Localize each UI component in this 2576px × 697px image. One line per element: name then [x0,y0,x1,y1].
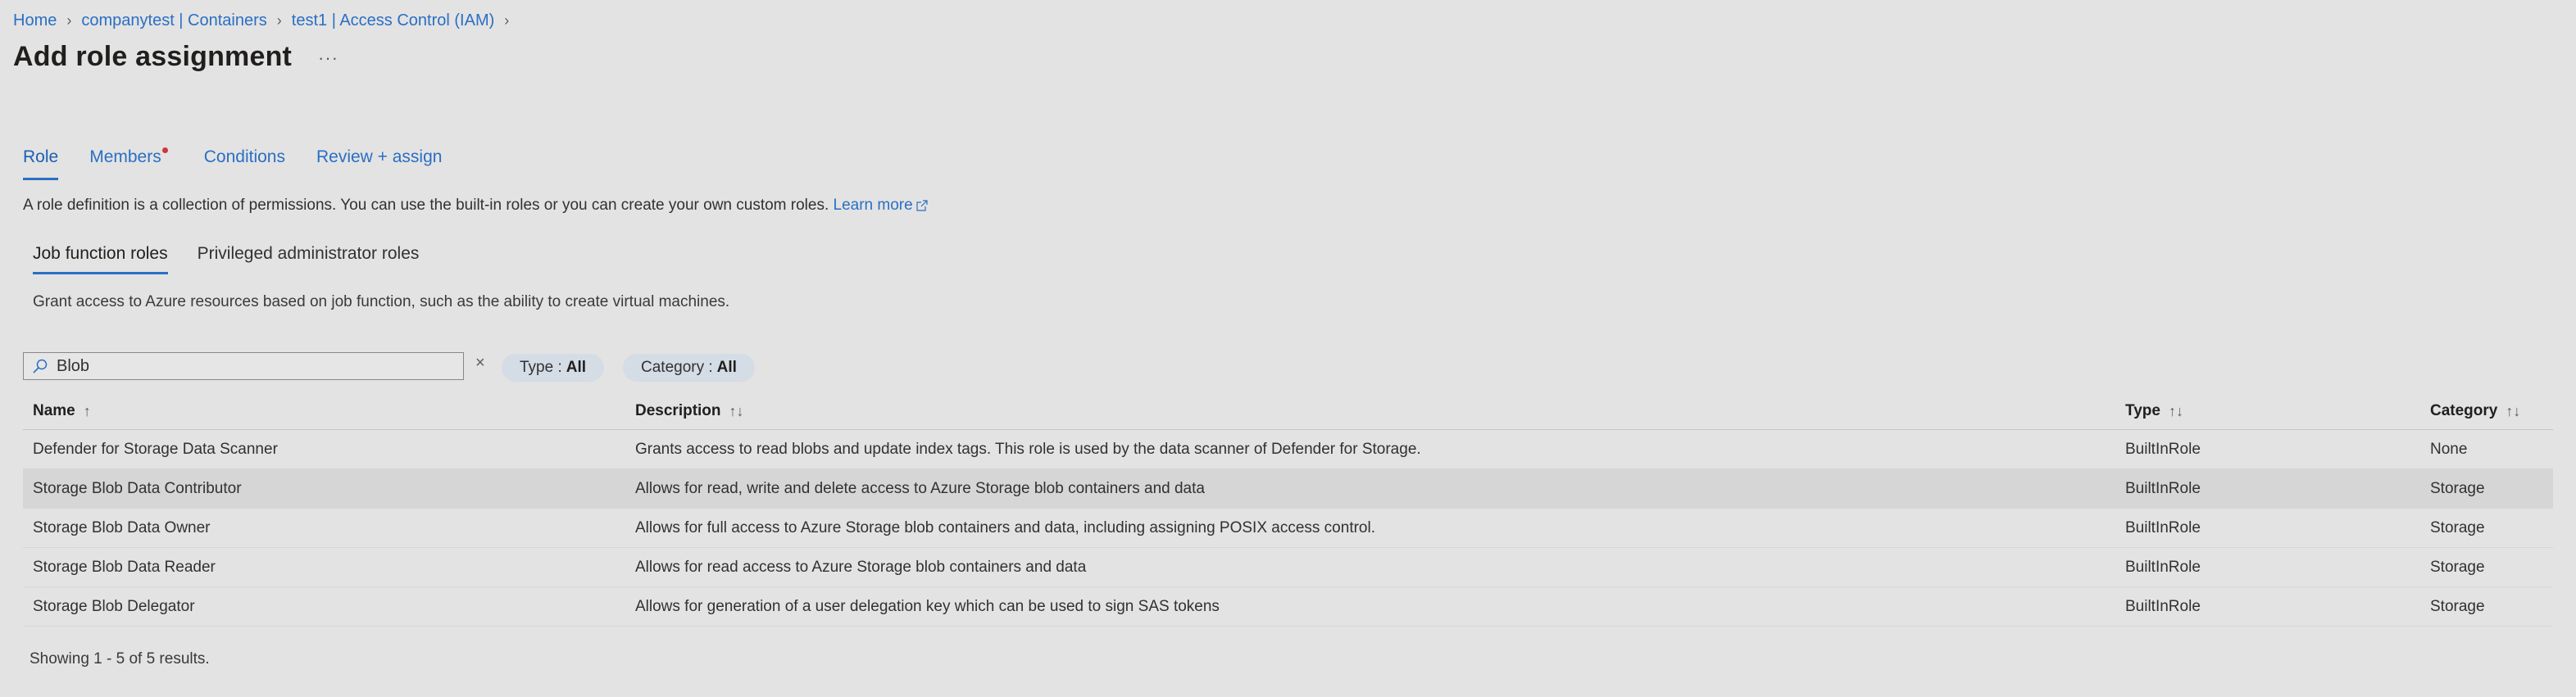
chevron-right-icon: › [66,11,72,29]
role-category: Storage [2430,518,2485,536]
role-type: BuiltInRole [2125,597,2201,615]
type-filter-pill[interactable]: Type : All [502,354,605,382]
table-row[interactable]: Storage Blob Delegator Allows for genera… [23,587,2553,627]
role-type: BuiltInRole [2125,558,2201,576]
role-name: Storage Blob Data Owner [33,518,211,536]
role-type: BuiltInRole [2125,518,2201,536]
role-category: Storage [2430,558,2485,576]
required-dot-icon [161,147,168,153]
role-description-text: A role definition is a collection of per… [23,197,829,214]
tab-job-function-roles[interactable]: Job function roles [33,244,168,274]
tab-privileged-admin-roles[interactable]: Privileged administrator roles [198,244,420,274]
role-type: BuiltInRole [2125,479,2201,497]
search-input[interactable] [55,355,452,377]
role-name: Storage Blob Delegator [33,597,195,615]
role-description: Allows for generation of a user delegati… [635,597,1220,615]
results-count: Showing 1 - 5 of 5 results. [30,650,210,668]
role-category: Storage [2430,479,2485,497]
main-tabs: Role Members Conditions Review + assign [23,147,442,180]
column-header-name[interactable]: Name ↑ [33,402,91,420]
roles-table: Name ↑ Description ↑↓ Type ↑↓ Category ↑… [23,393,2553,627]
learn-more-link[interactable]: Learn more [834,197,928,214]
table-row[interactable]: Storage Blob Data Owner Allows for full … [23,509,2553,548]
role-category: None [2430,440,2468,458]
role-description: Grants access to read blobs and update i… [635,440,1421,458]
type-filter-value: All [566,359,587,376]
search-icon [33,359,48,373]
role-name: Storage Blob Data Reader [33,558,216,576]
tab-conditions[interactable]: Conditions [204,147,285,180]
category-filter-value: All [716,359,737,376]
breadcrumb-home[interactable]: Home [13,11,57,30]
chevron-right-icon: › [276,11,282,29]
search-box[interactable] [23,352,464,380]
sort-icon: ↑↓ [729,402,744,419]
tab-members-label: Members [89,147,161,166]
role-name: Storage Blob Data Contributor [33,479,242,497]
column-header-type-label: Type [2125,402,2160,419]
role-description: Allows for read, write and delete access… [635,479,1205,497]
job-function-description: Grant access to Azure resources based on… [33,293,730,310]
table-row[interactable]: Defender for Storage Data Scanner Grants… [23,430,2553,469]
more-options-button[interactable]: ··· [318,48,338,69]
column-header-name-label: Name [33,402,75,419]
role-description: A role definition is a collection of per… [23,197,928,215]
sort-icon: ↑↓ [2168,402,2183,419]
column-header-type[interactable]: Type ↑↓ [2125,402,2183,420]
tab-review-assign[interactable]: Review + assign [316,147,443,180]
role-type-tabs: Job function roles Privileged administra… [33,244,419,274]
table-header: Name ↑ Description ↑↓ Type ↑↓ Category ↑… [23,393,2553,430]
external-link-icon [916,200,928,211]
role-description: Allows for read access to Azure Storage … [635,558,1087,576]
role-name: Defender for Storage Data Scanner [33,440,278,458]
tab-members[interactable]: Members [89,147,168,180]
column-header-description-label: Description [635,402,721,419]
breadcrumb-access-control[interactable]: test1 | Access Control (IAM) [292,11,495,30]
learn-more-label: Learn more [833,197,913,214]
page-title: Add role assignment [13,41,293,72]
type-filter-label: Type : [520,359,562,376]
role-category: Storage [2430,597,2485,615]
breadcrumb: Home › companytest | Containers › test1 … [13,10,519,31]
breadcrumb-containers[interactable]: companytest | Containers [81,11,266,30]
column-header-category[interactable]: Category ↑↓ [2430,402,2520,420]
table-row[interactable]: Storage Blob Data Reader Allows for read… [23,548,2553,587]
category-filter-label: Category : [641,359,713,376]
tab-role[interactable]: Role [23,147,59,180]
add-role-assignment-page: Home › companytest | Containers › test1 … [0,0,2576,697]
sort-ascending-icon: ↑ [83,402,91,419]
chevron-right-icon: › [504,11,510,29]
column-header-description[interactable]: Description ↑↓ [635,402,744,420]
column-header-category-label: Category [2430,402,2498,419]
table-row[interactable]: Storage Blob Data Contributor Allows for… [23,469,2553,509]
role-description: Allows for full access to Azure Storage … [635,518,1375,536]
clear-search-button[interactable]: × [475,354,485,373]
sort-icon: ↑↓ [2506,402,2521,419]
role-type: BuiltInRole [2125,440,2201,458]
category-filter-pill[interactable]: Category : All [623,354,755,382]
